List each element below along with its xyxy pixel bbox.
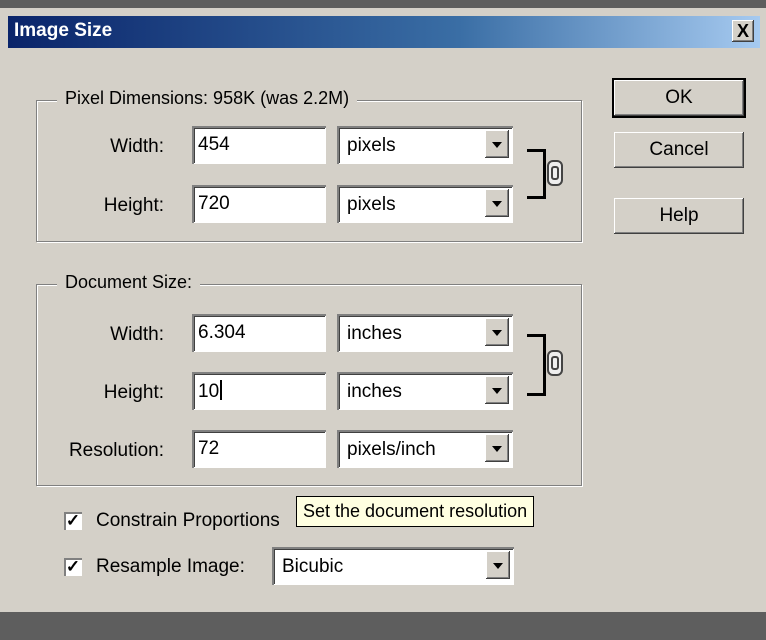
pixel-height-label: Height: — [103, 195, 164, 216]
resample-method-select[interactable]: Bicubic — [272, 547, 514, 585]
pixel-height-unit-select[interactable]: pixels — [337, 185, 513, 223]
doc-width-field[interactable]: 6.304 — [192, 314, 326, 352]
chain-link-icon — [547, 350, 563, 376]
resample-image-label[interactable]: Resample Image: — [96, 556, 245, 578]
pixel-width-unit-value: pixels — [347, 135, 396, 156]
document-size-legend: Document Size: — [57, 272, 201, 293]
pixel-width-label: Width: — [110, 136, 164, 157]
close-icon[interactable]: X — [732, 20, 754, 42]
pixel-height-field[interactable]: 720 — [192, 185, 326, 223]
constrain-proportions-label[interactable]: Constrain Proportions — [96, 510, 280, 532]
dropdown-arrow-icon[interactable] — [485, 434, 509, 462]
doc-width-label: Width: — [110, 324, 164, 345]
dropdown-arrow-icon[interactable] — [486, 551, 510, 579]
background-strip-top — [0, 0, 766, 8]
text-caret — [220, 380, 223, 400]
dropdown-arrow-icon[interactable] — [485, 376, 509, 404]
doc-width-unit-select[interactable]: inches — [337, 314, 513, 352]
doc-height-label: Height: — [103, 382, 164, 403]
resolution-field[interactable]: 72 — [192, 430, 326, 468]
resolution-unit-value: pixels/inch — [347, 439, 436, 460]
pixel-width-unit-select[interactable]: pixels — [337, 126, 513, 164]
doc-constrain-bracket — [527, 334, 546, 396]
dropdown-arrow-icon[interactable] — [485, 130, 509, 158]
doc-height-unit-value: inches — [347, 381, 402, 402]
dropdown-arrow-icon[interactable] — [485, 318, 509, 346]
resample-image-checkbox[interactable]: ✓ — [64, 558, 82, 576]
doc-height-value: 10 — [198, 381, 220, 402]
doc-width-unit-value: inches — [347, 323, 402, 344]
resolution-tooltip: Set the document resolution — [296, 496, 535, 527]
chain-link-icon — [547, 160, 563, 186]
resolution-unit-select[interactable]: pixels/inch — [337, 430, 513, 468]
ok-button[interactable]: OK — [612, 78, 746, 118]
dialog-title: Image Size — [14, 20, 113, 41]
resolution-label: Resolution: — [68, 440, 164, 461]
resample-method-value: Bicubic — [282, 556, 344, 577]
cancel-button[interactable]: Cancel — [614, 132, 744, 168]
title-bar: Image Size X — [8, 16, 760, 48]
help-button[interactable]: Help — [614, 198, 744, 234]
constrain-proportions-checkbox[interactable]: ✓ — [64, 512, 82, 530]
pixel-dimensions-legend: Pixel Dimensions: 958K (was 2.2M) — [57, 88, 358, 109]
pixel-constrain-bracket — [527, 149, 546, 199]
pixel-width-field[interactable]: 454 — [192, 126, 326, 164]
doc-height-field[interactable]: 10 — [192, 372, 326, 410]
dropdown-arrow-icon[interactable] — [485, 189, 509, 217]
doc-height-unit-select[interactable]: inches — [337, 372, 513, 410]
background-strip-bottom — [0, 612, 766, 640]
pixel-height-unit-value: pixels — [347, 194, 396, 215]
